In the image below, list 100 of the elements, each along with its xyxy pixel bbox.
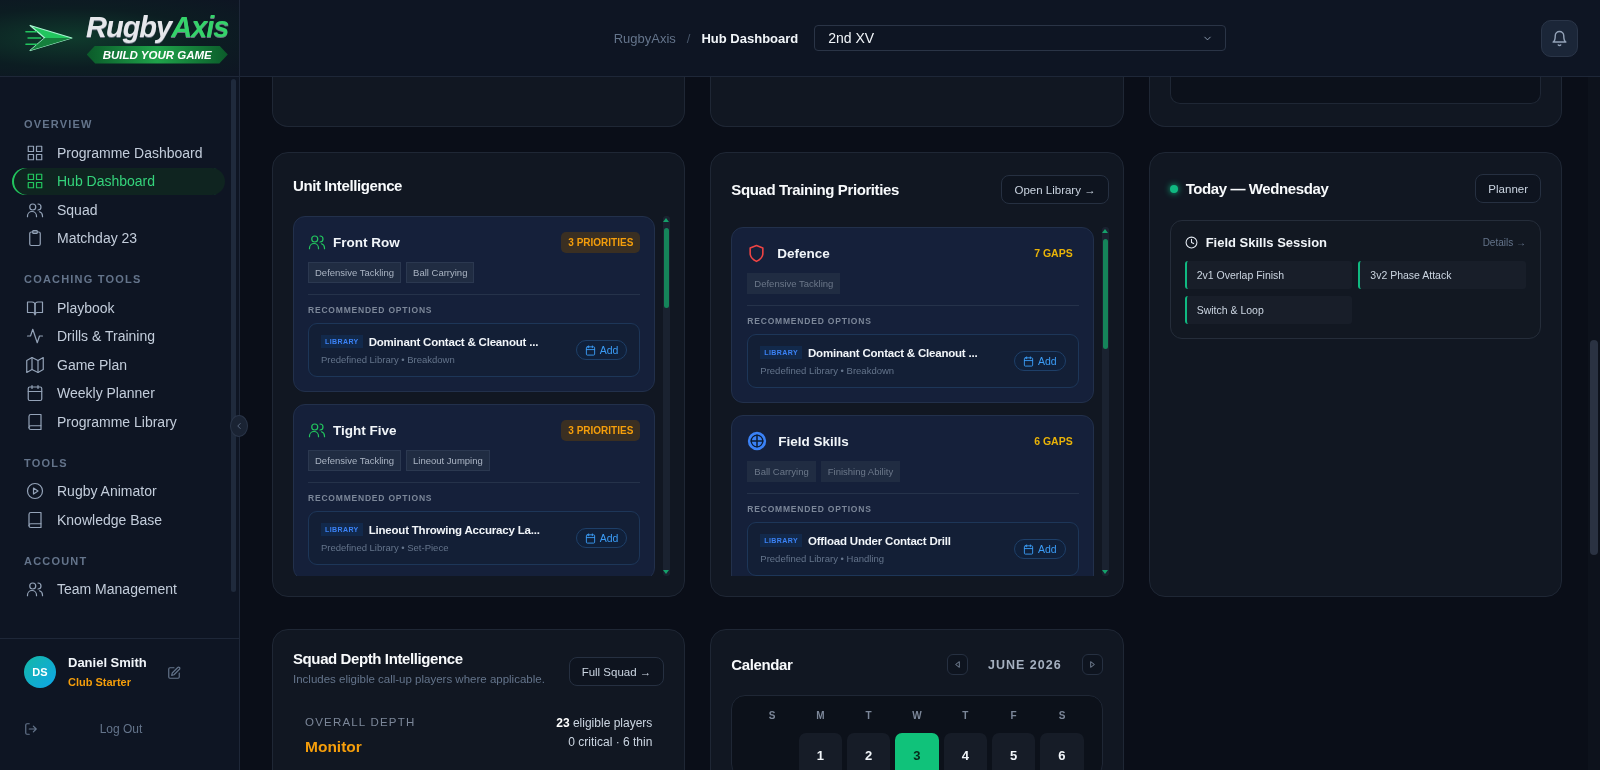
planner-button[interactable]: Planner: [1475, 174, 1541, 203]
sidebar-item[interactable]: Game Plan: [12, 351, 225, 378]
book-icon: [26, 412, 44, 431]
session-card[interactable]: Field Skills Session Details → 2v1 Overlap Finish 3v2 Phase Attack Switch & Loop: [1169, 220, 1541, 339]
skill-tag: Defensive Tackling: [308, 450, 402, 471]
add-button[interactable]: Add: [1013, 539, 1066, 559]
scrollbar[interactable]: [663, 216, 671, 576]
crosshair-icon: [747, 431, 768, 451]
section-heading: COACHING TOOLS: [23, 273, 143, 285]
depth-status: Monitor: [305, 738, 363, 756]
weekday-label: S: [767, 710, 777, 721]
skill-tag: Ball Carrying: [747, 461, 816, 482]
scrollbar[interactable]: [1588, 77, 1600, 770]
option-meta: Predefined Library • Breakdown: [321, 354, 456, 365]
sidebar-item[interactable]: Weekly Planner: [12, 379, 225, 407]
map-icon: [26, 355, 44, 374]
section-label: RECOMMENDED OPTIONS: [747, 504, 873, 514]
weekday-label: S: [1057, 710, 1067, 721]
users-icon: [26, 580, 44, 598]
notifications-button[interactable]: [1541, 19, 1578, 57]
chevron-left-icon: [234, 421, 244, 431]
weekday-label: W: [911, 710, 923, 721]
section-heading: OVERVIEW: [23, 118, 94, 130]
section-heading: TOOLS: [23, 456, 69, 469]
team-select[interactable]: 2nd XV: [814, 25, 1227, 51]
drill-item: Switch & Loop: [1184, 296, 1353, 324]
sidebar-item[interactable]: Squad: [12, 196, 225, 223]
unit-name: Tight Five: [333, 422, 398, 438]
depth-summary: 0 critical · 6 thin: [567, 735, 653, 749]
add-button[interactable]: Add: [575, 528, 628, 548]
option-meta: Predefined Library • Set-Piece: [321, 542, 450, 553]
option-title: Lineout Throwing Accuracy La...: [368, 523, 540, 536]
triangle-left-icon: [953, 660, 963, 669]
add-button[interactable]: Add: [575, 340, 628, 360]
skill-tag: Finishing Ability: [820, 461, 901, 482]
weekday-label: M: [815, 710, 826, 721]
sidebar-item[interactable]: Hub Dashboard: [12, 167, 225, 195]
card-subtitle: Includes eligible call-up players where applicable.: [293, 673, 545, 685]
sidebar-item[interactable]: Drills & Training: [12, 322, 225, 350]
skill-tag: Lineout Jumping: [406, 450, 490, 471]
calendar-day[interactable]: 6: [1040, 733, 1084, 770]
logout-button[interactable]: Log Out: [24, 722, 214, 736]
bell-icon: [1551, 29, 1568, 47]
user-avatar: DS: [24, 655, 56, 688]
calendar-day[interactable]: 5: [992, 733, 1036, 770]
next-month-button[interactable]: [1081, 654, 1103, 675]
sidebar-item[interactable]: Team Management: [12, 575, 225, 603]
calendar-icon: [584, 532, 596, 544]
area-name: Field Skills: [778, 433, 850, 449]
book-icon: [26, 510, 44, 529]
card-title: Squad Depth Intelligence: [293, 650, 464, 667]
user-name: Daniel Smith: [68, 655, 147, 670]
priority-badge: 3 PRIORITIES: [561, 231, 641, 253]
triangle-right-icon: [1087, 660, 1097, 669]
shield-icon: [747, 243, 767, 263]
sidebar-item[interactable]: Matchday 23: [12, 224, 225, 252]
card-title: Today — Wednesday: [1185, 180, 1329, 197]
sidebar-item[interactable]: Programme Library: [12, 408, 225, 435]
open-library-button[interactable]: Open Library →: [1001, 175, 1109, 204]
unit-name: Front Row: [333, 234, 401, 250]
calendar-day[interactable]: 2: [847, 733, 891, 770]
play-icon: [26, 482, 44, 500]
users-icon: [26, 200, 44, 219]
sidebar-item[interactable]: Programme Dashboard: [12, 139, 225, 166]
calendar-day[interactable]: 4: [943, 733, 987, 770]
drill-item: 3v2 Phase Attack: [1358, 261, 1526, 289]
scrollbar[interactable]: [1101, 227, 1109, 576]
calendar-icon: [26, 384, 44, 402]
book-icon: [26, 298, 44, 317]
card-title: Squad Training Priorities: [731, 181, 899, 198]
calendar-day[interactable]: 1: [798, 733, 842, 770]
grid-icon: [26, 172, 44, 190]
section-label: RECOMMENDED OPTIONS: [747, 316, 873, 326]
option-title: Dominant Contact & Cleanout ...: [808, 346, 978, 359]
add-button[interactable]: Add: [1013, 351, 1066, 371]
sidebar-item[interactable]: Rugby Animator: [12, 477, 225, 505]
edit-icon[interactable]: [166, 665, 181, 680]
full-squad-button[interactable]: Full Squad →: [568, 657, 665, 686]
priority-badge: 3 PRIORITIES: [561, 419, 641, 441]
breadcrumb-link[interactable]: RugbyAxis: [613, 30, 676, 46]
skill-tag: Ball Carrying: [406, 262, 475, 283]
gaps-count: 6 GAPS: [1034, 435, 1074, 447]
depth-label: OVERALL DEPTH: [305, 716, 416, 728]
sidebar-item[interactable]: Knowledge Base: [12, 506, 225, 533]
skill-tag: Defensive Tackling: [308, 262, 402, 283]
status-dot: [1169, 184, 1178, 193]
collapse-button[interactable]: [230, 415, 248, 437]
logo-wordmark: RugbyAxis: [86, 12, 229, 42]
option-title: Dominant Contact & Cleanout ...: [368, 335, 539, 348]
clipboard-icon: [26, 229, 44, 247]
option-meta: Predefined Library • Handling: [760, 553, 886, 564]
sidebar-item[interactable]: Playbook: [12, 294, 225, 321]
clock-icon: [1184, 236, 1198, 249]
gaps-count: 7 GAPS: [1034, 247, 1074, 259]
card-title: Unit Intelligence: [293, 177, 403, 194]
scrollbar[interactable]: [231, 79, 236, 592]
previous-month-button[interactable]: [947, 654, 969, 675]
details-link[interactable]: Details →: [1482, 237, 1526, 248]
skill-tag: Defensive Tackling: [747, 273, 841, 294]
calendar-day[interactable]: 3: [895, 733, 939, 770]
